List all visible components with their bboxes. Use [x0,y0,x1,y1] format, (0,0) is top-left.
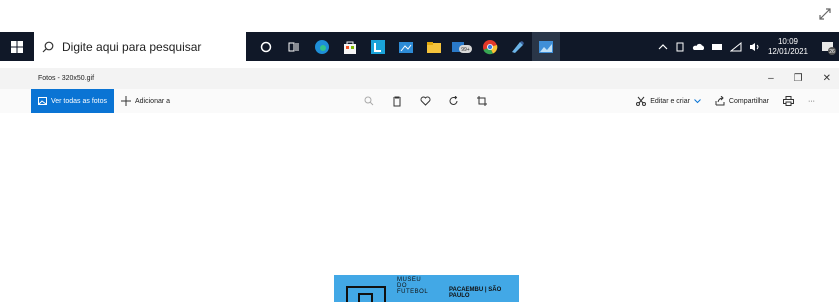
add-to-button[interactable]: Adicionar a [121,89,170,113]
wifi-icon[interactable] [729,41,742,52]
museum-name-line3: FUTEBOL [397,289,429,295]
file-explorer-icon[interactable] [420,32,448,61]
task-view-icon[interactable] [280,32,308,61]
start-button[interactable] [0,32,34,61]
edge-icon[interactable] [308,32,336,61]
chrome-icon[interactable] [476,32,504,61]
edit-create-button[interactable]: Editar e criar [636,96,701,106]
launcher-icon[interactable] [364,32,392,61]
more-options-button[interactable]: ··· [808,98,815,105]
crop-icon[interactable] [477,96,487,106]
edit-create-label: Editar e criar [650,97,690,105]
share-label: Compartilhar [728,97,769,105]
onedrive-icon[interactable] [692,43,704,51]
restore-button[interactable]: ❐ [794,73,803,84]
search-icon [42,41,54,52]
minimize-button[interactable]: – [768,73,774,84]
search-placeholder: Digite aqui para pesquisar [62,39,202,54]
clock[interactable]: 10:09 12/01/2021 [768,37,808,57]
window-titlebar: Fotos - 320x50.gif – ❐ ✕ [0,68,839,89]
mail-badge: 99+ [461,47,470,53]
scissors-icon [636,96,647,106]
photos-icon[interactable] [532,32,560,61]
window-title: Fotos - 320x50.gif [38,75,95,82]
view-all-photos-button[interactable]: Ver todas as fotos [31,89,114,113]
photos-app-icon[interactable] [392,32,420,61]
share-icon [715,96,725,106]
windows-icon [11,40,23,53]
pen-workspace-icon[interactable] [675,42,685,52]
delete-icon[interactable] [392,96,402,107]
close-button[interactable]: ✕ [823,73,831,84]
store-icon[interactable] [336,32,364,61]
rotate-icon[interactable] [449,96,459,106]
taskbar-search-box[interactable]: Digite aqui para pesquisar [34,32,246,61]
system-tray: 10:09 12/01/2021 26 [658,32,839,61]
print-icon[interactable] [783,96,794,106]
chevron-down-icon [694,98,701,103]
clock-date: 12/01/2021 [767,46,808,56]
add-to-label: Adicionar a [135,97,171,105]
mail-icon[interactable]: 99+ [448,32,476,61]
chevron-up-icon[interactable] [658,43,668,51]
zoom-icon[interactable] [364,96,374,106]
clock-time: 10:09 [777,36,798,46]
view-all-label: Ver todas as fotos [50,97,108,105]
notification-count: 26 [829,49,835,55]
plus-icon [121,96,131,106]
notification-center-button[interactable]: 26 [817,32,839,61]
museum-name: MUSEU DO FUTEBOL [397,277,428,295]
notification-icon: 26 [822,41,836,55]
expand-icon[interactable] [817,6,833,22]
gallery-icon [37,97,47,105]
volume-icon[interactable] [749,42,761,52]
displayed-photo: MUSEU DO FUTEBOL PACAEMBU | SÃO PAULO [334,275,519,302]
cortana-icon[interactable] [252,32,280,61]
museum-logo-inner [358,293,373,302]
museum-location: PACAEMBU | SÃO PAULO [449,287,502,299]
share-button[interactable]: Compartilhar [715,96,769,106]
network-icon[interactable] [711,42,723,52]
paint-icon[interactable] [504,32,532,61]
taskbar: Digite aqui para pesquisar 99+ 10:09 12/… [0,32,839,61]
favorite-heart-icon[interactable] [420,96,431,106]
command-bar: Ver todas as fotos Adicionar a Editar e … [0,89,839,113]
